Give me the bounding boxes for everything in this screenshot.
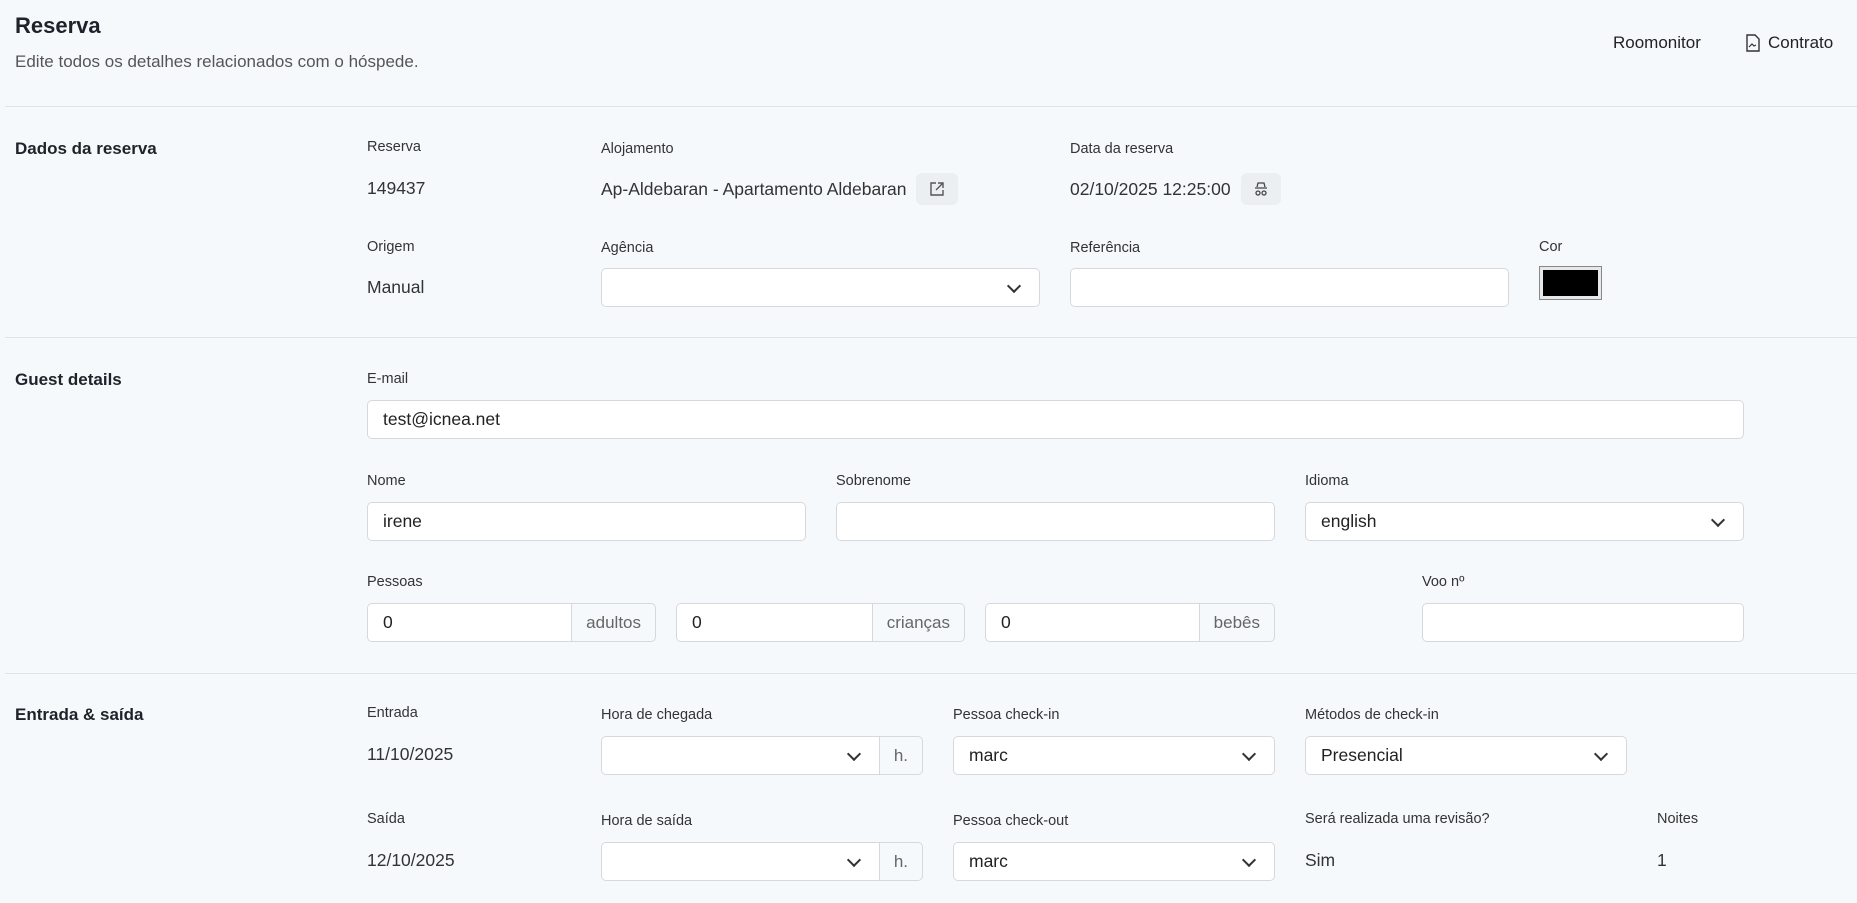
referencia-label: Referência — [1070, 240, 1141, 256]
revisao-label: Será realizada uma revisão? — [1305, 811, 1490, 827]
hora-chegada-select[interactable] — [601, 736, 880, 775]
alojamento-value: Ap-Aldebaran - Apartamento Aldebaran — [601, 178, 907, 199]
bebes-addon: bebês — [1199, 603, 1275, 642]
sobrenome-label: Sobrenome — [836, 473, 911, 489]
bebes-input[interactable]: 0 — [985, 603, 1200, 642]
hora-saida-select[interactable] — [601, 842, 880, 881]
origem-value: Manual — [367, 277, 425, 297]
entrada-label: Entrada — [367, 705, 418, 721]
hora-chegada-group: h. — [601, 736, 923, 775]
page-subtitle: Edite todos os detalhes relacionados com… — [15, 52, 419, 71]
voo-input[interactable] — [1422, 603, 1744, 642]
contrato-label: Contrato — [1768, 33, 1834, 52]
reserva-label: Reserva — [367, 139, 421, 155]
agencia-select[interactable] — [601, 268, 1040, 307]
idioma-label: Idioma — [1305, 473, 1349, 489]
voo-label: Voo nº — [1422, 574, 1465, 590]
alojamento-label: Alojamento — [601, 141, 674, 157]
roomonitor-button[interactable]: Roomonitor — [1613, 33, 1701, 53]
color-picker[interactable] — [1539, 266, 1602, 300]
adultos-group: 0 adultos — [367, 603, 656, 642]
saida-label: Saída — [367, 811, 405, 827]
email-input[interactable]: test@icnea.net — [367, 400, 1744, 439]
nome-input[interactable]: irene — [367, 502, 806, 541]
cor-label: Cor — [1539, 239, 1563, 255]
reserva-value: 149437 — [367, 178, 426, 198]
metodos-label: Métodos de check-in — [1305, 707, 1439, 723]
pessoas-label: Pessoas — [367, 574, 423, 590]
incognito-icon — [1254, 182, 1267, 196]
divider — [5, 673, 1857, 674]
email-label: E-mail — [367, 371, 409, 387]
pdf-file-icon — [1746, 34, 1760, 52]
section-title-stay: Entrada & saída — [15, 705, 144, 724]
hora-saida-group: h. — [601, 842, 923, 881]
checkin-person-select[interactable]: marc — [953, 736, 1275, 775]
hora-saida-addon: h. — [879, 842, 923, 881]
hora-saida-label: Hora de saída — [601, 813, 693, 829]
saida-value: 12/10/2025 — [367, 850, 455, 870]
adultos-input[interactable]: 0 — [367, 603, 573, 642]
noites-value: 1 — [1657, 850, 1667, 870]
checkout-person-label: Pessoa check-out — [953, 813, 1069, 829]
data-reserva-label: Data da reserva — [1070, 141, 1174, 157]
adultos-addon: adultos — [572, 603, 656, 642]
nome-label: Nome — [367, 473, 406, 489]
hora-chegada-label: Hora de chegada — [601, 707, 713, 723]
section-title-guest: Guest details — [15, 370, 122, 389]
agencia-label: Agência — [601, 240, 654, 256]
divider — [5, 337, 1857, 338]
contrato-button[interactable]: Contrato — [1746, 33, 1833, 53]
data-reserva-value: 02/10/2025 12:25:00 — [1070, 178, 1231, 199]
hora-chegada-addon: h. — [879, 736, 923, 775]
origem-label: Origem — [367, 239, 415, 255]
sobrenome-input[interactable] — [836, 502, 1275, 541]
noites-label: Noites — [1657, 811, 1699, 827]
entrada-value: 11/10/2025 — [367, 744, 454, 764]
bebes-group: 0 bebês — [985, 603, 1275, 642]
divider — [5, 106, 1857, 107]
open-alojamento-button[interactable] — [916, 173, 959, 205]
idioma-select[interactable]: english — [1305, 502, 1744, 541]
criancas-input[interactable]: 0 — [676, 603, 873, 642]
metodos-select[interactable]: Presencial — [1305, 736, 1627, 775]
external-link-icon — [930, 182, 945, 196]
checkin-person-label: Pessoa check-in — [953, 707, 1060, 723]
referencia-input[interactable] — [1070, 268, 1509, 307]
section-title-booking: Dados da reserva — [15, 139, 157, 158]
incognito-button[interactable] — [1240, 173, 1281, 205]
page-title: Reserva — [15, 13, 101, 38]
criancas-group: 0 crianças — [676, 603, 965, 642]
revisao-value: Sim — [1305, 850, 1336, 870]
checkout-person-select[interactable]: marc — [953, 842, 1275, 881]
criancas-addon: crianças — [872, 603, 965, 642]
